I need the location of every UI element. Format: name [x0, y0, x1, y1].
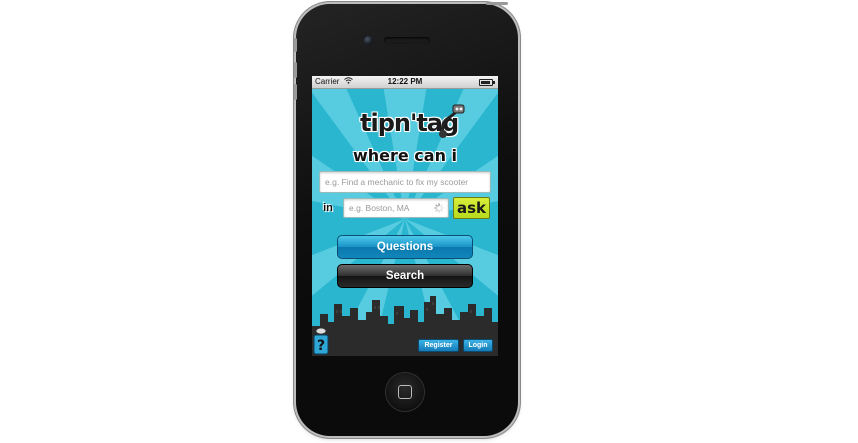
volume-down-button — [294, 84, 297, 100]
linkedin-icon[interactable]: in — [318, 200, 338, 216]
front-camera — [364, 36, 373, 45]
status-time: 12:22 PM — [387, 77, 423, 86]
earpiece-speaker — [384, 37, 430, 44]
search-query-input[interactable]: e.g. Find a mechanic to fix my scooter — [319, 171, 491, 193]
login-button[interactable]: Login — [463, 339, 493, 352]
register-button[interactable]: Register — [418, 339, 459, 352]
page-title: where can i — [352, 146, 458, 165]
location-input[interactable]: e.g. Boston, MA — [343, 198, 449, 218]
location-placeholder: e.g. Boston, MA — [349, 203, 410, 213]
robot-mascot-icon — [439, 104, 465, 138]
svg-text:?: ? — [317, 338, 325, 354]
tipntag-logo: tipn'tag — [357, 103, 467, 143]
loading-spinner-icon — [434, 203, 444, 213]
search-button[interactable]: Search — [337, 264, 473, 288]
phone-screen: Carrier 12:22 PM tipn'tag where can i e.… — [312, 76, 498, 356]
home-square-icon — [398, 385, 412, 399]
ask-button[interactable]: ask — [453, 197, 490, 219]
mute-switch — [294, 38, 297, 52]
app-content: tipn'tag where can i e.g. Find a mechani… — [312, 89, 498, 356]
questions-button[interactable]: Questions — [337, 235, 473, 259]
question-mark-icon[interactable]: ? — [313, 327, 329, 355]
home-button[interactable] — [386, 373, 424, 411]
volume-up-button — [294, 62, 297, 78]
status-bar: Carrier 12:22 PM — [312, 76, 498, 89]
power-button — [486, 2, 508, 5]
battery-icon — [479, 79, 495, 86]
